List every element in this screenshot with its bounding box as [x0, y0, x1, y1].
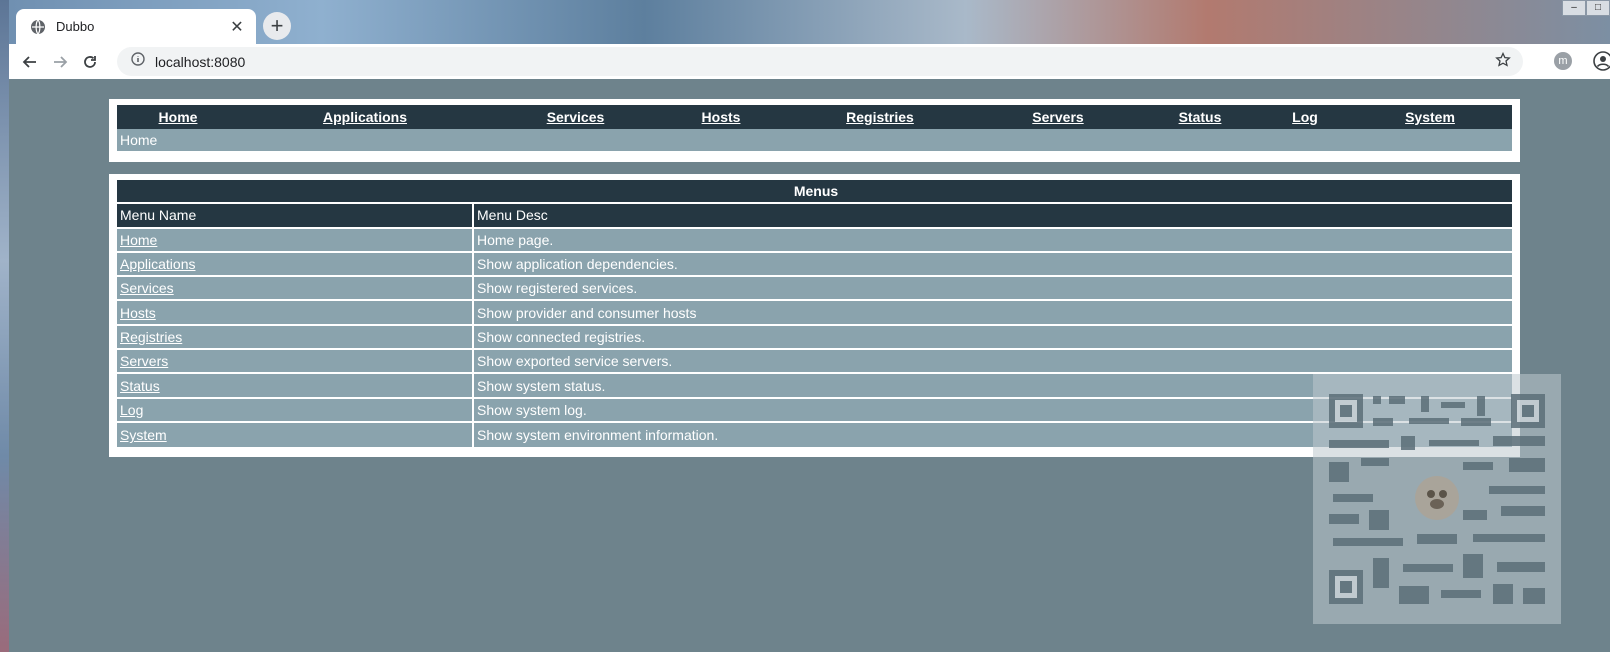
maximize-icon[interactable]: □ — [1586, 0, 1610, 16]
menu-name-cell: Status — [117, 374, 474, 399]
header-menu-desc: Menu Desc — [474, 204, 1512, 229]
menu-link-services[interactable]: Services — [120, 280, 174, 296]
menu-name-cell: Home — [117, 228, 474, 253]
menu-link-hosts[interactable]: Hosts — [120, 305, 156, 321]
table-row: System Show system environment informati… — [117, 422, 1512, 448]
browser-toolbar: localhost:8080 m — [9, 44, 1610, 79]
table-row: Status Show system status. — [117, 374, 1512, 399]
menu-name-cell: System — [117, 422, 474, 448]
back-icon[interactable] — [15, 47, 45, 77]
nav-item-services[interactable]: Services — [491, 105, 660, 129]
table-row: Services Show registered services. — [117, 277, 1512, 302]
reload-icon[interactable] — [75, 47, 105, 77]
header-menu-name: Menu Name — [117, 204, 474, 229]
window-controls: – □ — [1562, 0, 1610, 16]
address-bar[interactable]: localhost:8080 — [117, 47, 1523, 76]
qr-code-watermark — [1313, 374, 1561, 624]
close-tab-icon[interactable]: ✕ — [228, 17, 246, 37]
nav-link-applications[interactable]: Applications — [323, 109, 407, 125]
nav-link-system[interactable]: System — [1405, 109, 1455, 125]
browser-tab[interactable]: Dubbo ✕ — [16, 9, 256, 44]
nav-link-hosts[interactable]: Hosts — [702, 109, 741, 125]
menu-desc-cell: Show exported service servers. — [474, 350, 1512, 375]
nav-table: Home Applications Services Hosts Registr… — [117, 105, 1512, 129]
menu-desc-cell: Home page. — [474, 228, 1512, 253]
menu-link-applications[interactable]: Applications — [120, 256, 196, 272]
breadcrumb: Home — [117, 129, 1512, 151]
nav-link-services[interactable]: Services — [547, 109, 605, 125]
forward-icon[interactable] — [45, 47, 75, 77]
menu-desc-cell: Show registered services. — [474, 277, 1512, 302]
table-row: Applications Show application dependenci… — [117, 252, 1512, 278]
desktop-background-edge — [0, 0, 9, 652]
menu-name-cell: Log — [117, 398, 474, 423]
nav-item-status[interactable]: Status — [1138, 105, 1262, 129]
nav-link-servers[interactable]: Servers — [1032, 109, 1083, 125]
menus-panel: Menus Menu Name Menu Desc Home Home page… — [109, 174, 1520, 457]
menu-name-cell: Services — [117, 277, 474, 302]
tab-title: Dubbo — [56, 19, 95, 34]
bookmark-star-icon[interactable] — [1495, 51, 1511, 73]
profile-icon[interactable] — [1593, 51, 1610, 76]
menu-desc-cell: Show provider and consumer hosts — [474, 301, 1512, 326]
table-row: Registries Show connected registries. — [117, 325, 1512, 351]
menu-name-cell: Registries — [117, 325, 474, 351]
table-row: Hosts Show provider and consumer hosts — [117, 301, 1512, 326]
table-row: Log Show system log. — [117, 398, 1512, 423]
menu-link-servers[interactable]: Servers — [120, 353, 168, 369]
menu-desc-cell: Show connected registries. — [474, 325, 1512, 351]
nav-item-registries[interactable]: Registries — [782, 105, 978, 129]
table-row: Servers Show exported service servers. — [117, 350, 1512, 375]
nav-item-applications[interactable]: Applications — [239, 105, 491, 129]
menu-name-cell: Hosts — [117, 301, 474, 326]
globe-icon — [30, 19, 46, 35]
nav-link-status[interactable]: Status — [1179, 109, 1222, 125]
url-text: localhost:8080 — [155, 53, 246, 70]
nav-item-system[interactable]: System — [1348, 105, 1512, 129]
top-navigation: Home Applications Services Hosts Registr… — [109, 99, 1520, 162]
menu-link-home[interactable]: Home — [120, 232, 157, 248]
menus-table: Menus Menu Name Menu Desc Home Home page… — [117, 180, 1512, 448]
menu-name-cell: Servers — [117, 350, 474, 375]
nav-link-registries[interactable]: Registries — [846, 109, 914, 125]
nav-link-log[interactable]: Log — [1292, 109, 1318, 125]
menu-name-cell: Applications — [117, 252, 474, 278]
menu-link-log[interactable]: Log — [120, 402, 143, 418]
nav-item-servers[interactable]: Servers — [978, 105, 1138, 129]
nav-item-log[interactable]: Log — [1262, 105, 1348, 129]
nav-link-home[interactable]: Home — [159, 109, 198, 125]
minimize-icon[interactable]: – — [1562, 0, 1586, 16]
menu-link-status[interactable]: Status — [120, 378, 160, 394]
nav-item-hosts[interactable]: Hosts — [660, 105, 782, 129]
table-header-row: Menu Name Menu Desc — [117, 204, 1512, 229]
info-icon[interactable] — [131, 52, 145, 71]
menu-link-system[interactable]: System — [120, 427, 167, 443]
nav-item-home[interactable]: Home — [117, 105, 239, 129]
menu-link-registries[interactable]: Registries — [120, 329, 182, 345]
new-tab-button[interactable]: + — [263, 12, 291, 40]
menu-desc-cell: Show application dependencies. — [474, 252, 1512, 278]
table-row: Home Home page. — [117, 228, 1512, 253]
extension-icon[interactable]: m — [1554, 52, 1572, 70]
menus-title: Menus — [117, 180, 1512, 205]
